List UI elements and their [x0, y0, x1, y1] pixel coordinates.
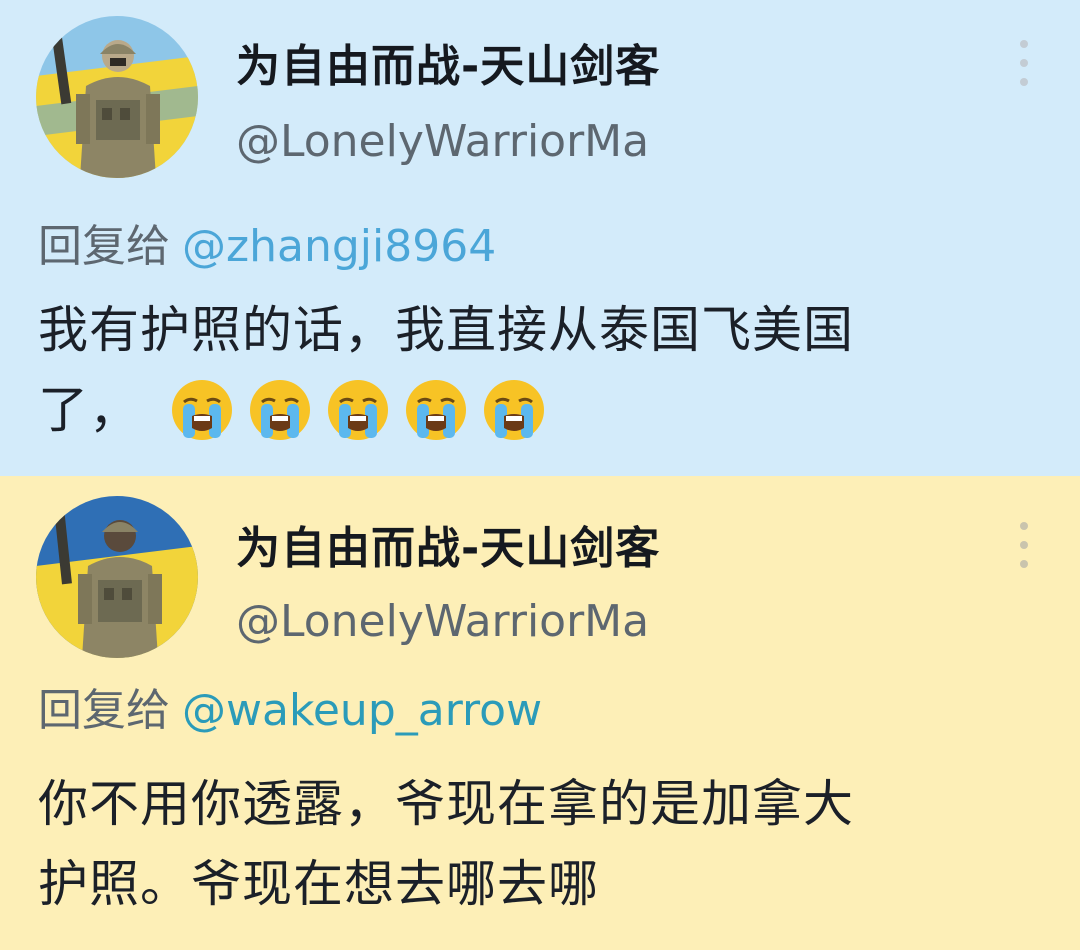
- loudly-crying-face-icon: [326, 378, 390, 442]
- loudly-crying-face-icon: [482, 378, 546, 442]
- tweet-text-line-2: 护照。爷现在想去哪去哪: [38, 855, 599, 913]
- reply-mention-link[interactable]: @zhangji8964: [182, 221, 496, 272]
- tweet-text-line-1: 你不用你透露，爷现在拿的是加拿大: [38, 775, 854, 833]
- loudly-crying-face-icon: [248, 378, 312, 442]
- tweet-text: 你不用你透露，爷现在拿的是加拿大 护照。爷现在想去哪去哪: [38, 764, 1048, 924]
- dot: [1020, 560, 1028, 568]
- tweet-text-line-2-text: 了，: [38, 381, 140, 439]
- reply-mention-link[interactable]: @wakeup_arrow: [182, 685, 542, 736]
- avatar[interactable]: [36, 16, 198, 178]
- display-name[interactable]: 为自由而战-天山剑客: [236, 512, 660, 576]
- display-name[interactable]: 为自由而战-天山剑客: [236, 30, 660, 94]
- tweet-card-1[interactable]: 为自由而战-天山剑客 @LonelyWarriorMa 回复给 @zhangji8…: [0, 0, 1080, 476]
- reply-prefix: 回复给: [38, 221, 170, 272]
- dot: [1020, 522, 1028, 530]
- dot: [1020, 40, 1028, 48]
- loudly-crying-face-icon: [404, 378, 468, 442]
- loudly-crying-face-icon: [170, 378, 234, 442]
- user-handle[interactable]: @LonelyWarriorMa: [236, 596, 649, 647]
- more-vertical-icon[interactable]: [1016, 40, 1032, 86]
- tweet-text-line-1: 我有护照的话，我直接从泰国飞美国: [38, 301, 854, 359]
- dot: [1020, 541, 1028, 549]
- user-handle[interactable]: @LonelyWarriorMa: [236, 116, 649, 167]
- emoji-row: [170, 378, 546, 442]
- soldier-avatar-image: [36, 16, 198, 178]
- tweet-text: 我有护照的话，我直接从泰国飞美国 了，: [38, 290, 1048, 450]
- reply-prefix: 回复给: [38, 685, 170, 736]
- tweet-card-2[interactable]: 为自由而战-天山剑客 @LonelyWarriorMa 回复给 @wakeup_a…: [0, 476, 1080, 950]
- reply-context: 回复给 @zhangji8964: [38, 210, 496, 274]
- soldier-avatar-image: [36, 496, 198, 658]
- dot: [1020, 78, 1028, 86]
- reply-context: 回复给 @wakeup_arrow: [38, 674, 542, 738]
- dot: [1020, 59, 1028, 67]
- more-vertical-icon[interactable]: [1016, 522, 1032, 568]
- tweet-text-line-2: 了，: [38, 370, 1048, 450]
- avatar[interactable]: [36, 496, 198, 658]
